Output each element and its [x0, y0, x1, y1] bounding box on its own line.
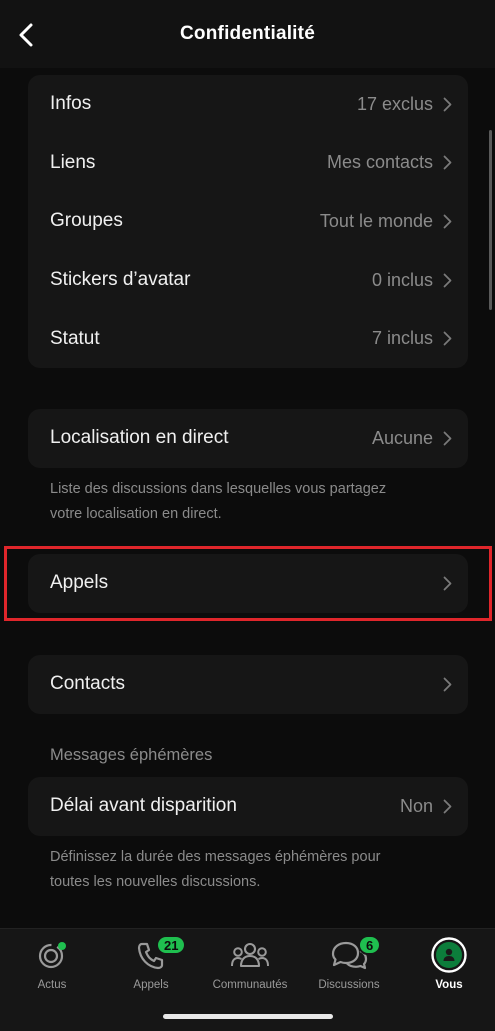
- live-location-group: Localisation en direct Aucune: [28, 409, 468, 468]
- section-title-ephemeral: Messages éphémères: [50, 746, 213, 764]
- ephemeral-group: Délai avant disparition Non: [28, 777, 468, 836]
- row-value: 7 inclus: [371, 328, 433, 349]
- chevron-right-icon: [443, 331, 452, 346]
- tab-label: Discussions: [318, 979, 380, 991]
- row-value: Tout le monde: [319, 210, 433, 231]
- row-avatar-stickers[interactable]: Stickers d’avatar 0 inclus: [28, 251, 468, 310]
- tab-label: Appels: [133, 979, 169, 991]
- row-label: Contacts: [50, 673, 125, 695]
- tab-updates[interactable]: Actus: [7, 935, 97, 1005]
- note-line: votre localisation en direct.: [50, 506, 222, 522]
- chats-icon: 6: [329, 935, 382, 975]
- chats-badge: 6: [358, 935, 382, 955]
- row-links[interactable]: Liens Mes contacts: [28, 134, 468, 193]
- row-value: Aucune: [371, 427, 433, 448]
- row-value: 17 exclus: [356, 93, 433, 114]
- page-title: Confidentialité: [180, 23, 315, 44]
- privacy-screen: Confidentialité Infos 17 exclus Liens Me…: [0, 0, 495, 1031]
- row-label: Liens: [50, 151, 96, 173]
- note-line: toutes les nouvelles discussions.: [50, 874, 261, 890]
- row-label: Localisation en direct: [50, 427, 229, 449]
- row-value: Non: [399, 795, 433, 816]
- row-label: Stickers d’avatar: [50, 269, 191, 291]
- note-line: Liste des discussions dans lesquelles vo…: [50, 481, 387, 497]
- row-live-location[interactable]: Localisation en direct Aucune: [28, 409, 468, 468]
- chevron-right-icon: [443, 273, 452, 288]
- chevron-left-icon: [19, 23, 33, 47]
- scrollbar[interactable]: [489, 130, 492, 310]
- row-label: Groupes: [50, 210, 123, 232]
- tab-communities[interactable]: Communautés: [205, 935, 295, 1005]
- chevron-right-icon: [443, 214, 452, 229]
- tab-label: Actus: [37, 979, 67, 991]
- live-location-note: Liste des discussions dans lesquelles vo…: [50, 477, 470, 527]
- profile-icon: [429, 935, 469, 975]
- visibility-settings-group: Infos 17 exclus Liens Mes contacts Group…: [28, 75, 468, 368]
- top-bar: Confidentialité: [0, 0, 495, 68]
- communities-icon: [230, 935, 270, 975]
- row-disappearing-timer[interactable]: Délai avant disparition Non: [28, 777, 468, 836]
- chevron-right-icon: [443, 677, 452, 692]
- tab-label: Vous: [435, 979, 463, 991]
- calls-badge: 21: [156, 935, 187, 955]
- row-label: Délai avant disparition: [50, 795, 237, 817]
- tab-you[interactable]: Vous: [404, 935, 494, 1005]
- contacts-group: Contacts: [28, 655, 468, 714]
- row-contacts[interactable]: Contacts: [28, 655, 468, 714]
- phone-icon: 21: [131, 935, 187, 975]
- row-value: 0 inclus: [371, 269, 433, 290]
- chevron-right-icon: [443, 97, 452, 112]
- note-line: Définissez la durée des messages éphémèr…: [50, 849, 381, 865]
- chevron-right-icon: [443, 799, 452, 814]
- updates-icon: [32, 935, 72, 975]
- highlight-box: [4, 546, 492, 621]
- row-groups[interactable]: Groupes Tout le monde: [28, 192, 468, 251]
- chevron-right-icon: [443, 155, 452, 170]
- tab-label: Communautés: [212, 979, 288, 991]
- row-value: Mes contacts: [326, 152, 433, 173]
- home-indicator: [163, 1014, 333, 1019]
- tab-calls[interactable]: 21 Appels: [106, 935, 196, 1005]
- ephemeral-note: Définissez la durée des messages éphémèr…: [50, 845, 470, 895]
- row-infos[interactable]: Infos 17 exclus: [28, 75, 468, 134]
- row-status[interactable]: Statut 7 inclus: [28, 309, 468, 368]
- row-label: Infos: [50, 93, 92, 115]
- row-label: Statut: [50, 327, 100, 349]
- tab-chats[interactable]: 6 Discussions: [304, 935, 394, 1005]
- back-button[interactable]: [14, 20, 38, 50]
- chevron-right-icon: [443, 431, 452, 446]
